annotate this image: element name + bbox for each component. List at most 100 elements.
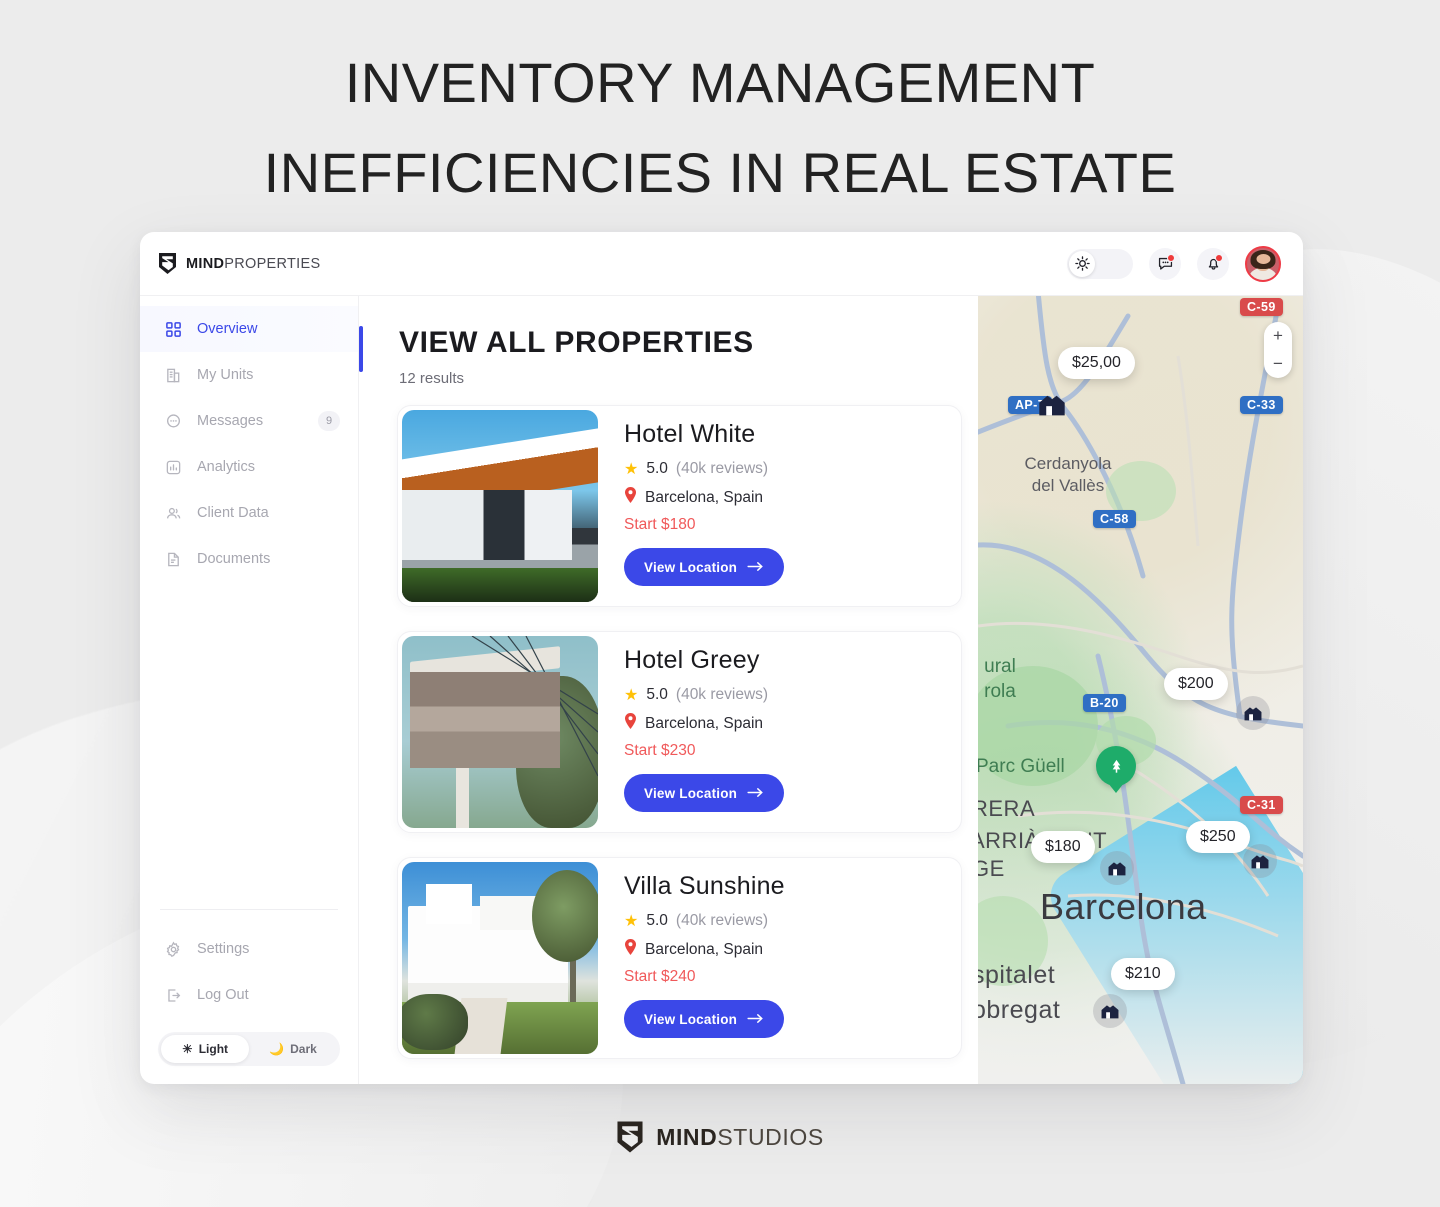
avatar[interactable] <box>1245 245 1281 282</box>
footer-branding: MINDSTUDIOS <box>0 1120 1440 1154</box>
property-name: Villa Sunshine <box>624 872 785 900</box>
mind-studios-shield-icon <box>617 1121 643 1153</box>
property-image <box>402 410 598 602</box>
notifications-button[interactable] <box>1197 247 1229 280</box>
chat-icon <box>164 412 183 431</box>
sidebar-item-overview[interactable]: Overview <box>140 306 358 352</box>
messages-button[interactable] <box>1149 247 1181 280</box>
grid-icon <box>164 320 183 339</box>
property-image <box>402 636 598 828</box>
property-image-foreground <box>402 568 598 602</box>
property-rating-row: ★ 5.0 (40k reviews) <box>624 685 784 705</box>
price-marker[interactable]: $25,00 <box>1058 347 1135 379</box>
property-marker[interactable] <box>1243 844 1277 878</box>
property-marker[interactable] <box>1035 388 1069 422</box>
property-marker[interactable] <box>1100 851 1134 885</box>
property-location: Barcelona, Spain <box>645 940 764 958</box>
settings-label: Settings <box>197 941 250 957</box>
brand-text: MINDPROPERTIES <box>186 256 320 272</box>
topbar-actions <box>1067 245 1281 282</box>
property-location: Barcelona, Spain <box>645 488 764 506</box>
house-icon <box>1101 1004 1119 1018</box>
property-card[interactable]: Hotel Greey ★ 5.0 (40k reviews) Barcelon… <box>397 631 962 833</box>
sidebar-item-analytics[interactable]: Analytics <box>140 444 358 490</box>
property-name: Hotel Greey <box>624 646 760 674</box>
tree-icon <box>1112 759 1120 773</box>
results-count: 12 results <box>399 370 465 387</box>
view-location-button[interactable]: View Location <box>624 1000 785 1038</box>
property-marker[interactable] <box>1236 696 1270 730</box>
sun-small-icon: ☀ <box>181 1042 193 1056</box>
house-icon <box>1244 706 1262 720</box>
theme-toggle[interactable]: ☀ Light 🌙 Dark <box>158 1032 340 1066</box>
price-marker[interactable]: $210 <box>1111 958 1175 990</box>
property-location-row: Barcelona, Spain <box>624 939 785 960</box>
footer-text: MINDSTUDIOS <box>656 1124 824 1151</box>
property-price: Start $240 <box>624 968 696 985</box>
property-reviews: (40k reviews) <box>675 912 769 929</box>
view-location-button[interactable]: View Location <box>624 548 785 586</box>
property-reviews: (40k reviews) <box>675 686 769 703</box>
page-headline: INVENTORY MANAGEMENT INEFFICIENCIES IN R… <box>0 38 1440 217</box>
sidebar-item-logout[interactable]: Log Out <box>140 972 358 1018</box>
document-icon <box>164 550 183 569</box>
property-location-row: Barcelona, Spain <box>624 713 784 734</box>
headline-line-1: INVENTORY MANAGEMENT <box>344 51 1096 114</box>
map-label-parc-guell: Parc Güell <box>978 756 1065 777</box>
sidebar-item-my-units[interactable]: My Units <box>140 352 358 398</box>
scroll-indicator[interactable] <box>359 326 363 372</box>
sidebar-item-settings[interactable]: Settings <box>140 926 358 972</box>
property-image-bush <box>402 994 468 1050</box>
property-name: Hotel White <box>624 420 756 448</box>
sidebar-item-client-data[interactable]: Client Data <box>140 490 358 536</box>
theme-toggle-dark[interactable]: 🌙 Dark <box>249 1035 337 1063</box>
property-marker[interactable] <box>1093 994 1127 1028</box>
view-location-button[interactable]: View Location <box>624 774 785 812</box>
house-icon <box>1039 395 1065 416</box>
price-marker[interactable]: $200 <box>1164 668 1228 700</box>
map-zoom-out-button[interactable]: − <box>1264 350 1292 378</box>
property-rating: 5.0 <box>646 686 668 703</box>
property-card[interactable]: Villa Sunshine ★ 5.0 (40k reviews) Barce… <box>397 857 962 1059</box>
park-marker[interactable] <box>1096 746 1136 786</box>
brand-logo-group[interactable]: MINDPROPERTIES <box>158 252 320 275</box>
map-zoom-in-button[interactable]: + <box>1264 322 1292 350</box>
price-marker[interactable]: $250 <box>1186 821 1250 853</box>
star-icon: ★ <box>624 687 639 704</box>
view-location-label: View Location <box>644 1011 738 1027</box>
sidebar-item-messages[interactable]: Messages 9 <box>140 398 358 444</box>
footer-light: STUDIOS <box>717 1123 824 1150</box>
properties-panel: VIEW ALL PROPERTIES 12 results Hotel Whi… <box>359 296 978 1084</box>
property-image <box>402 862 598 1054</box>
road-shield: C-31 <box>1240 796 1283 814</box>
price-marker[interactable]: $180 <box>1031 831 1095 863</box>
map-panel[interactable]: C-59 C-33 AP-7 C-58 B-20 C-31 Cerdanyola… <box>978 296 1303 1084</box>
moon-icon: 🌙 <box>269 1042 285 1056</box>
brand-bold: MIND <box>186 255 225 272</box>
avatar-hair <box>1250 249 1276 269</box>
notifications-unread-dot <box>1215 253 1223 262</box>
app-topbar: MINDPROPERTIES <box>140 232 1303 296</box>
map-zoom-controls[interactable]: + − <box>1264 322 1292 378</box>
sidebar: Overview My Units Messages 9 Analytics C… <box>140 296 359 1084</box>
property-info: Villa Sunshine ★ 5.0 (40k reviews) Barce… <box>624 858 795 1058</box>
road-shield: B-20 <box>1083 694 1126 712</box>
building-icon <box>164 366 183 385</box>
users-icon <box>164 504 183 523</box>
sidebar-item-label: My Units <box>197 367 254 383</box>
app-body: Overview My Units Messages 9 Analytics C… <box>140 296 1303 1084</box>
map-label-rera: RERA <box>978 796 1036 821</box>
property-rating-row: ★ 5.0 (40k reviews) <box>624 459 784 479</box>
theme-toggle-light[interactable]: ☀ Light <box>161 1035 249 1063</box>
sidebar-item-documents[interactable]: Documents <box>140 536 358 582</box>
property-card[interactable]: Hotel White ★ 5.0 (40k reviews) Barcelon… <box>397 405 962 607</box>
theme-switch[interactable] <box>1067 248 1133 279</box>
star-icon: ★ <box>624 913 639 930</box>
house-icon <box>1251 854 1269 868</box>
map-label-cerdanyola: Cerdanyola <box>1024 454 1112 473</box>
property-rating: 5.0 <box>646 460 668 477</box>
arrow-right-icon <box>747 786 764 801</box>
messages-badge: 9 <box>318 411 340 431</box>
sidebar-item-label: Overview <box>197 321 258 337</box>
property-rating-row: ★ 5.0 (40k reviews) <box>624 911 785 931</box>
